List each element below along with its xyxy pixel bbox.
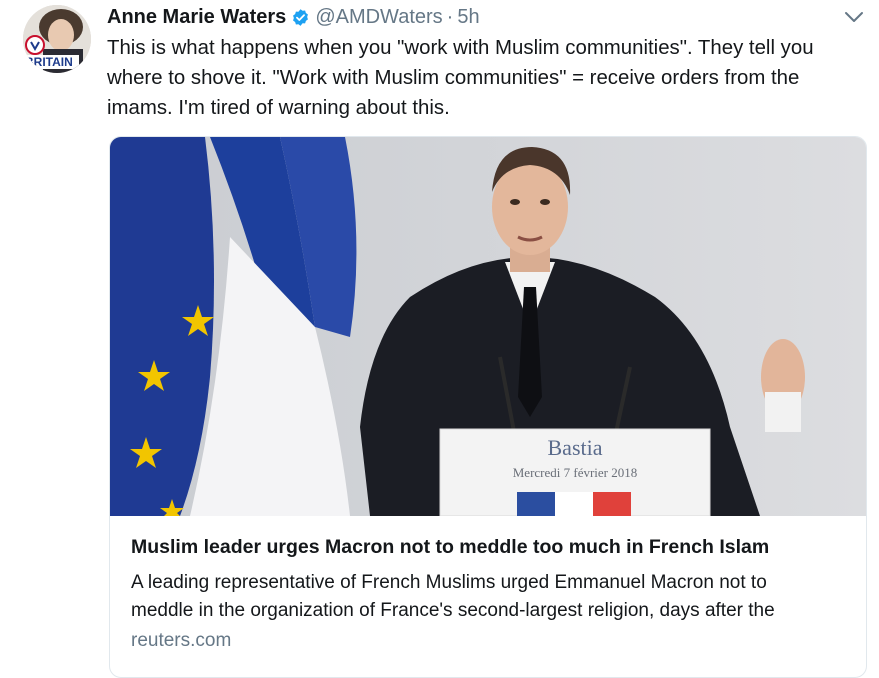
card-description-line: meddle in the organization of France's s…	[131, 600, 775, 621]
podium-flag-red	[593, 492, 631, 516]
avatar-caption: BRITAIN	[25, 55, 73, 69]
avatar[interactable]: BRITAIN	[23, 5, 91, 73]
link-card[interactable]: Bastia Mercredi 7 février 2018 Muslim le…	[109, 136, 867, 678]
author-handle[interactable]: @AMDWaters	[315, 6, 442, 29]
tweet-text: This is what happens when you "work with…	[107, 33, 867, 123]
podium-date: Mercredi 7 février 2018	[513, 465, 638, 480]
podium-title: Bastia	[548, 435, 603, 460]
card-description-line: A leading representative of French Musli…	[131, 572, 767, 593]
tweet-text-line: This is what happens when you "work with…	[107, 37, 814, 59]
podium-flag-blue	[517, 492, 555, 516]
tweet-text-line: imams. I'm tired of warning about this.	[107, 97, 450, 119]
card-image[interactable]: Bastia Mercredi 7 février 2018	[110, 137, 866, 516]
avatar-image: BRITAIN	[23, 5, 91, 73]
separator-dot: ·	[446, 5, 454, 28]
tweet-timestamp[interactable]: 5h	[457, 6, 479, 29]
card-photo: Bastia Mercredi 7 février 2018	[110, 137, 866, 516]
chevron-down-icon[interactable]	[843, 8, 865, 26]
card-description: A leading representative of French Musli…	[131, 569, 861, 625]
card-domain[interactable]: reuters.com	[131, 630, 231, 652]
card-title[interactable]: Muslim leader urges Macron not to meddle…	[131, 536, 769, 559]
author-name[interactable]: Anne Marie Waters	[107, 6, 286, 29]
tweet-header: Anne Marie Waters @AMDWaters · 5h	[107, 4, 480, 30]
tweet-text-line: where to shove it. "Work with Muslim com…	[107, 67, 800, 89]
verified-badge-icon	[291, 8, 310, 27]
